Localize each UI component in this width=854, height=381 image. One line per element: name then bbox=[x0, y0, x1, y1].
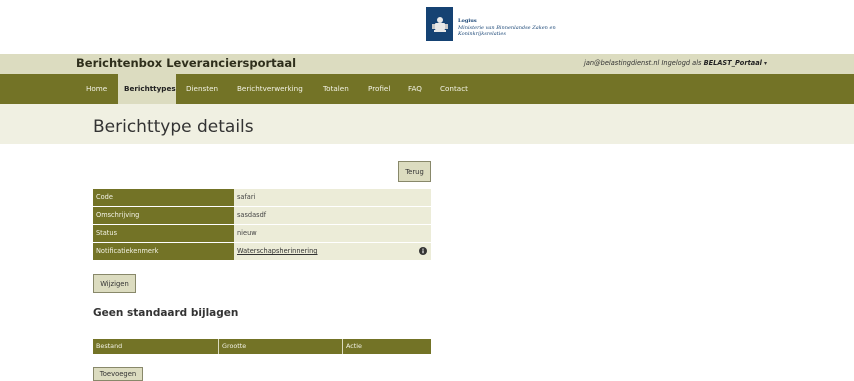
nav-contact[interactable]: Contact bbox=[440, 74, 476, 104]
add-attachment-button[interactable]: Toevoegen bbox=[93, 367, 143, 381]
detail-label: Notificatiekenmerk bbox=[93, 243, 234, 260]
info-icon[interactable] bbox=[419, 247, 427, 255]
notificatiekenmerk-link[interactable]: Waterschapsherinnering bbox=[237, 247, 318, 255]
crest-icon bbox=[426, 7, 453, 41]
page-title: Berichttype details bbox=[93, 117, 254, 137]
top-header: Berichtenbox Leveranciersportaal jan@bel… bbox=[0, 54, 854, 74]
back-button[interactable]: Terug bbox=[398, 161, 431, 182]
user-email: jan@belastingdienst.nl bbox=[584, 59, 660, 67]
nav-faq[interactable]: FAQ bbox=[408, 74, 426, 104]
detail-row-status: Status nieuw bbox=[93, 225, 431, 242]
column-header-actie: Actie bbox=[346, 342, 362, 350]
detail-row-notificatiekenmerk: Notificatiekenmerk Waterschapsherinnerin… bbox=[93, 243, 431, 260]
detail-label: Code bbox=[93, 189, 234, 206]
detail-label: Omschrijving bbox=[93, 207, 234, 224]
site-title: Berichtenbox Leveranciersportaal bbox=[76, 56, 297, 70]
nav-berichtverwerking[interactable]: Berichtverwerking bbox=[237, 74, 313, 104]
nav-totalen[interactable]: Totalen bbox=[323, 74, 359, 104]
logius-logo: Logius Ministerie van Binnenlandse Zaken… bbox=[426, 7, 556, 41]
edit-button[interactable]: Wijzigen bbox=[93, 274, 136, 293]
attachments-table-header: Bestand Grootte Actie bbox=[93, 339, 431, 354]
main-nav: Home Berichttypes Diensten Berichtverwer… bbox=[0, 74, 854, 104]
detail-label: Status bbox=[93, 225, 234, 242]
detail-value: nieuw bbox=[234, 225, 431, 242]
nav-berichttypes[interactable]: Berichttypes bbox=[118, 74, 176, 104]
nav-profiel[interactable]: Profiel bbox=[368, 74, 400, 104]
column-header-grootte: Grootte bbox=[219, 339, 343, 354]
detail-value-cell: Waterschapsherinnering bbox=[234, 243, 431, 260]
detail-value: sasdasdf bbox=[234, 207, 431, 224]
logo-text: Logius Ministerie van Binnenlandse Zaken… bbox=[458, 18, 556, 38]
attachments-heading: Geen standaard bijlagen bbox=[93, 307, 239, 319]
detail-row-code: Code safari bbox=[93, 189, 431, 206]
nav-diensten[interactable]: Diensten bbox=[186, 74, 226, 104]
detail-row-omschrijving: Omschrijving sasdasdf bbox=[93, 207, 431, 224]
user-menu[interactable]: jan@belastingdienst.nl Ingelogd als BELA… bbox=[584, 59, 767, 67]
logo-line-3: Koninkrijksrelaties bbox=[458, 31, 506, 37]
account-name: BELAST_Portaal bbox=[703, 59, 762, 67]
nav-home[interactable]: Home bbox=[82, 74, 112, 104]
details-table: Code safari Omschrijving sasdasdf Status… bbox=[93, 189, 431, 261]
column-header-bestand: Bestand bbox=[93, 339, 219, 354]
logged-in-text: Ingelogd als bbox=[661, 59, 702, 67]
page-heading-band: Berichttype details bbox=[0, 104, 854, 144]
caret-down-icon: ▾ bbox=[764, 60, 768, 67]
detail-value: safari bbox=[234, 189, 431, 206]
